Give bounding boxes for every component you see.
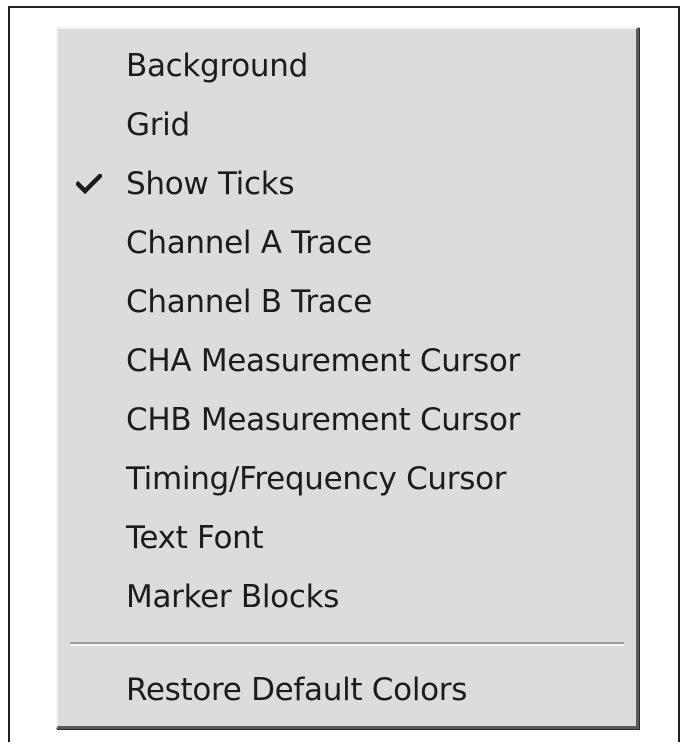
- menu-item-marker-blocks[interactable]: Marker Blocks: [58, 568, 636, 626]
- menu-item-label: CHA Measurement Cursor: [126, 343, 520, 379]
- menu-item-label: Text Font: [126, 520, 264, 556]
- menu-item-label: Restore Default Colors: [126, 672, 468, 708]
- menu-item-channel-a-trace[interactable]: Channel A Trace: [58, 214, 636, 272]
- menu-separator: [70, 642, 624, 646]
- menu-item-cha-measurement-cursor[interactable]: CHA Measurement Cursor: [58, 332, 636, 390]
- menu-item-label: Marker Blocks: [126, 579, 340, 615]
- menu-item-timing-frequency-cursor[interactable]: Timing/Frequency Cursor: [58, 450, 636, 508]
- menu-item-restore-default-colors[interactable]: Restore Default Colors: [58, 661, 636, 719]
- menu-item-show-ticks[interactable]: Show Ticks: [58, 155, 636, 213]
- menu-item-label: Background: [126, 48, 308, 84]
- menu-item-label: CHB Measurement Cursor: [126, 402, 521, 438]
- menu-item-label: Channel A Trace: [126, 225, 372, 261]
- menu-item-grid[interactable]: Grid: [58, 96, 636, 154]
- menu-item-channel-b-trace[interactable]: Channel B Trace: [58, 273, 636, 331]
- context-menu: Background Grid Show Ticks Channel A Tra…: [56, 27, 639, 729]
- menu-item-label: Grid: [126, 107, 190, 143]
- checkmark-icon: [74, 172, 104, 195]
- menu-item-text-font[interactable]: Text Font: [58, 509, 636, 567]
- menu-item-chb-measurement-cursor[interactable]: CHB Measurement Cursor: [58, 391, 636, 449]
- menu-item-label: Timing/Frequency Cursor: [126, 461, 507, 497]
- menu-item-label: Channel B Trace: [126, 284, 372, 320]
- menu-item-label: Show Ticks: [126, 166, 295, 202]
- menu-item-background[interactable]: Background: [58, 37, 636, 95]
